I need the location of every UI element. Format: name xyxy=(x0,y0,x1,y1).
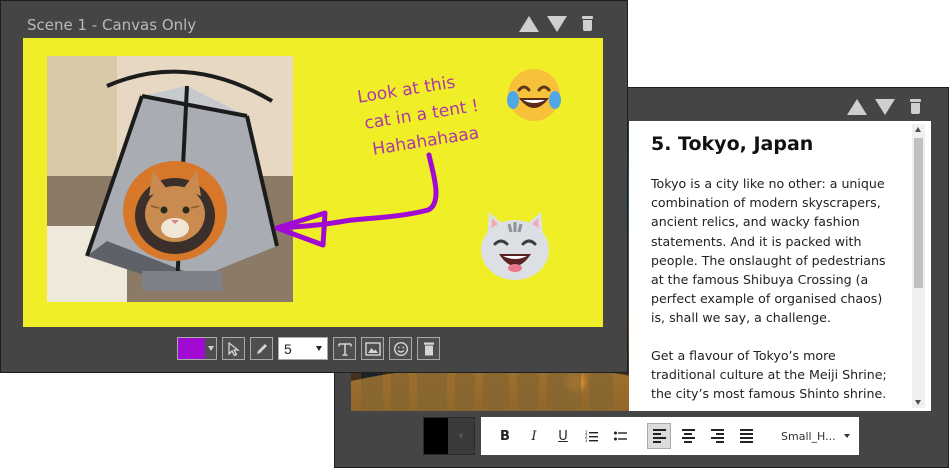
move-down-icon[interactable] xyxy=(547,16,567,32)
text-color-swatch[interactable] xyxy=(424,418,448,454)
delete-item-button[interactable] xyxy=(417,337,440,360)
brush-size-select[interactable]: 5 xyxy=(278,337,328,360)
align-left-icon xyxy=(652,429,666,443)
svg-text:3: 3 xyxy=(585,438,588,442)
move-down-icon[interactable] xyxy=(875,99,895,115)
pencil-tool-button[interactable] xyxy=(250,337,273,360)
align-left-button[interactable] xyxy=(647,423,671,449)
align-justify-icon xyxy=(739,429,753,443)
underline-button[interactable]: U xyxy=(551,423,575,449)
ordered-list-icon: 1 2 3 xyxy=(585,430,598,442)
brush-size-value: 5 xyxy=(284,340,292,357)
chevron-down-icon[interactable] xyxy=(843,434,850,438)
delete-scene-icon[interactable] xyxy=(581,16,594,32)
text-card[interactable]: 5. Tokyo, Japan Tokyo is a city like no … xyxy=(629,121,931,411)
align-right-icon xyxy=(710,429,724,443)
add-text-button[interactable] xyxy=(333,337,356,360)
scroll-thumb[interactable] xyxy=(914,138,923,288)
bullet-list-button[interactable] xyxy=(609,423,633,449)
font-select-value: Small_H... xyxy=(781,429,836,443)
move-up-icon[interactable] xyxy=(847,99,867,115)
formatting-bar: B I U 1 2 3 Small_H... xyxy=(481,417,859,455)
cursor-arrow-icon xyxy=(227,341,240,356)
drawing-canvas[interactable]: Look at this cat in a tent ! Hahahahaaa xyxy=(23,38,603,327)
align-justify-button[interactable] xyxy=(734,423,758,449)
stage: 5. Tokyo, Japan Tokyo is a city like no … xyxy=(0,0,949,468)
ordered-list-button[interactable]: 1 2 3 xyxy=(580,423,604,449)
face-with-tears-of-joy-emoji[interactable] xyxy=(505,66,563,124)
chevron-down-icon[interactable]: ▾ xyxy=(448,418,474,454)
canvas-scene-panel: Scene 1 - Canvas Only Look at this cat i… xyxy=(0,0,628,373)
bold-button[interactable]: B xyxy=(493,423,517,449)
scene-controls xyxy=(847,99,922,115)
pencil-icon xyxy=(256,343,267,354)
article-title: 5. Tokyo, Japan xyxy=(651,133,814,155)
scroll-up-icon[interactable] xyxy=(915,127,921,132)
scene-controls xyxy=(519,16,594,32)
bullet-list-icon xyxy=(614,431,627,441)
scroll-down-icon[interactable] xyxy=(915,400,921,405)
move-up-icon[interactable] xyxy=(519,16,539,32)
add-emoji-button[interactable] xyxy=(389,337,412,360)
rich-text-toolbar: ▾ B I U 1 2 3 Small_H... xyxy=(423,417,859,455)
select-tool-button[interactable] xyxy=(222,337,245,360)
article-body[interactable]: 5. Tokyo, Japan Tokyo is a city like no … xyxy=(651,133,899,411)
canvas-toolbar: 5 xyxy=(177,337,440,360)
article-paragraph: Get a flavour of Tokyo’s more traditiona… xyxy=(651,347,887,402)
add-image-button[interactable] xyxy=(361,337,384,360)
scene-title: Scene 1 - Canvas Only xyxy=(27,16,197,34)
align-right-button[interactable] xyxy=(705,423,729,449)
image-icon xyxy=(364,341,381,356)
chevron-down-icon[interactable] xyxy=(316,346,322,351)
align-center-button[interactable] xyxy=(676,423,700,449)
chevron-down-icon[interactable] xyxy=(205,338,216,359)
align-center-icon xyxy=(681,429,695,443)
brush-color-picker[interactable] xyxy=(177,337,217,360)
italic-button[interactable]: I xyxy=(522,423,546,449)
text-color-picker[interactable]: ▾ xyxy=(423,417,475,455)
text-tool-icon xyxy=(337,342,352,356)
delete-scene-icon[interactable] xyxy=(909,99,922,115)
article-paragraph: Tokyo is a city like no other: a unique … xyxy=(651,176,886,326)
smiley-icon xyxy=(393,341,408,356)
vertical-scrollbar[interactable] xyxy=(912,124,925,408)
grinning-cat-emoji[interactable] xyxy=(475,208,555,284)
font-select[interactable]: Small_H... xyxy=(781,430,850,443)
brush-color-swatch[interactable] xyxy=(178,338,205,359)
trash-icon xyxy=(423,342,434,355)
